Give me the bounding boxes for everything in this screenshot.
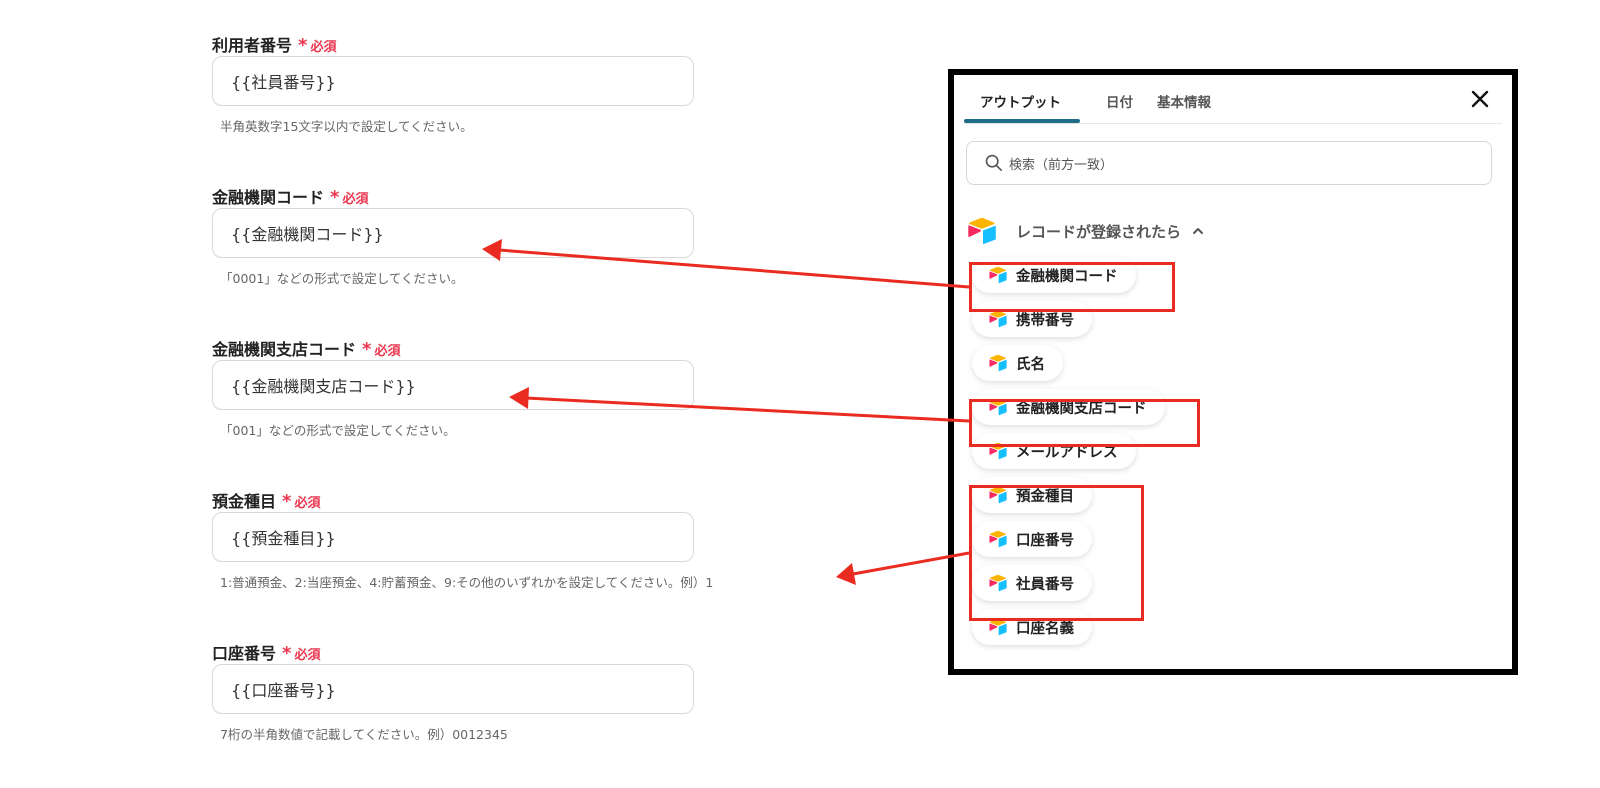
arrow-branch-code: [509, 387, 970, 423]
annotation-arrows: [482, 239, 970, 585]
arrow-account-type: [836, 551, 970, 585]
arrow-bank-code: [482, 239, 970, 289]
